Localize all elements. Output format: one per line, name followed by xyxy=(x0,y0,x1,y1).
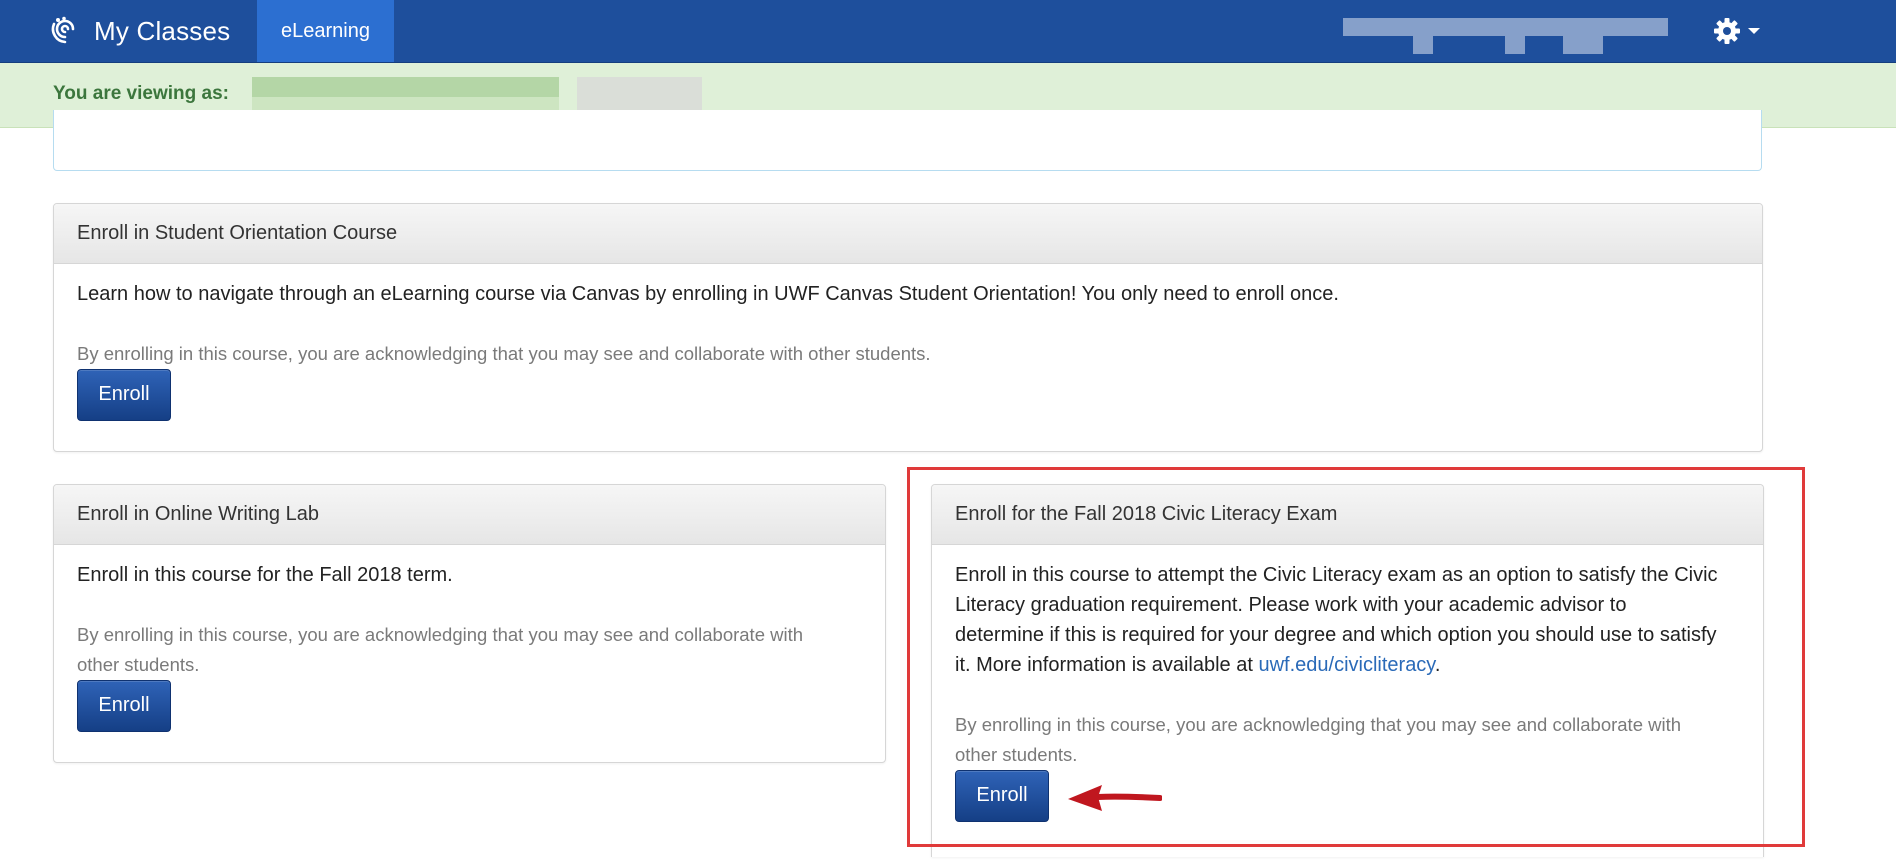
panel-online-writing-lab: Enroll in Online Writing Lab Enroll in t… xyxy=(53,484,886,763)
description-end: . xyxy=(1434,654,1441,676)
panel-title: Enroll in Student Orientation Course xyxy=(54,204,1762,264)
settings-menu[interactable] xyxy=(1712,16,1764,46)
panel-note: By enrolling in this course, you are ack… xyxy=(77,624,804,675)
enroll-button-civic-literacy[interactable]: Enroll xyxy=(955,770,1049,822)
panel-title: Enroll for the Fall 2018 Civic Literacy … xyxy=(932,485,1763,545)
civic-literacy-link[interactable]: uwf.edu/civicliteracy xyxy=(1258,654,1434,676)
enroll-button-orientation[interactable]: Enroll xyxy=(77,369,171,421)
panel-description: Enroll in this course for the Fall 2018 … xyxy=(77,564,453,586)
user-name-redacted xyxy=(1343,18,1668,55)
panel-description: Learn how to navigate through an eLearni… xyxy=(77,283,1339,305)
enroll-button-writing-lab[interactable]: Enroll xyxy=(77,680,171,732)
top-navbar: My Classes eLearning xyxy=(0,0,1896,63)
swirl-logo-icon xyxy=(51,16,75,44)
panel-note: By enrolling in this course, you are ack… xyxy=(77,343,931,364)
gear-icon xyxy=(1714,18,1740,44)
panel-student-orientation: Enroll in Student Orientation Course Lea… xyxy=(53,203,1763,452)
brand-title: My Classes xyxy=(94,15,231,46)
brand[interactable]: My Classes xyxy=(50,12,230,50)
panel-title: Enroll in Online Writing Lab xyxy=(54,485,885,545)
panel-description: Enroll in this course to attempt the Civ… xyxy=(955,545,1740,680)
partial-panel xyxy=(53,110,1762,171)
tab-elearning[interactable]: eLearning xyxy=(257,0,394,62)
red-arrow-icon xyxy=(1068,785,1162,811)
viewing-as-label: You are viewing as: xyxy=(53,83,229,104)
caret-down-icon xyxy=(1748,28,1760,34)
panel-note: By enrolling in this course, you are ack… xyxy=(955,714,1682,765)
panel-civic-literacy: Enroll for the Fall 2018 Civic Literacy … xyxy=(931,484,1764,857)
